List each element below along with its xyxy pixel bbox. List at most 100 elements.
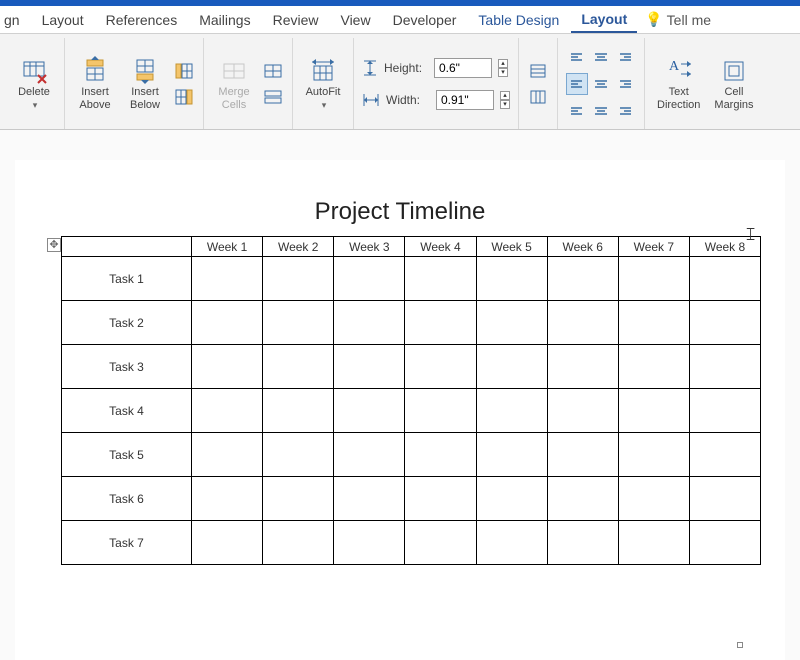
table-cell[interactable] [405, 301, 476, 345]
table-cell[interactable] [476, 433, 547, 477]
insert-below-button[interactable]: Insert Below [123, 54, 167, 112]
row-label[interactable]: Task 3 [62, 345, 192, 389]
tab-review[interactable]: Review [263, 8, 329, 32]
table-cell[interactable] [405, 257, 476, 301]
table-cell[interactable] [618, 301, 689, 345]
tab-layout[interactable]: Layout [32, 8, 94, 32]
table-move-handle[interactable]: ✥ [47, 238, 61, 252]
table-cell[interactable] [334, 521, 405, 565]
table-cell[interactable] [547, 433, 618, 477]
insert-right-button[interactable] [173, 86, 195, 108]
tab-view[interactable]: View [330, 8, 380, 32]
table-cell[interactable] [476, 345, 547, 389]
align-tc-button[interactable] [590, 49, 612, 71]
table-cell[interactable] [547, 521, 618, 565]
align-mr-button[interactable] [614, 73, 636, 95]
table-cell[interactable] [476, 389, 547, 433]
delete-button[interactable]: Delete [12, 54, 56, 112]
table-cell[interactable] [618, 433, 689, 477]
table-resize-handle[interactable] [737, 642, 743, 648]
table-cell[interactable] [547, 389, 618, 433]
align-mc-button[interactable] [590, 73, 612, 95]
split-table-button[interactable] [262, 86, 284, 108]
row-label[interactable]: Task 2 [62, 301, 192, 345]
row-label[interactable]: Task 4 [62, 389, 192, 433]
table-row[interactable]: Task 5 [62, 433, 761, 477]
text-direction-button[interactable]: A Text Direction [653, 54, 704, 112]
table-cell[interactable] [618, 389, 689, 433]
row-label[interactable]: Task 5 [62, 433, 192, 477]
row-label[interactable]: Task 7 [62, 521, 192, 565]
table-cell[interactable] [192, 477, 263, 521]
row-height-input[interactable] [434, 58, 492, 78]
table-cell[interactable] [689, 433, 760, 477]
table-cell[interactable] [263, 257, 334, 301]
document-title[interactable]: Project Timeline [35, 198, 765, 226]
align-tr-button[interactable] [614, 49, 636, 71]
table-row[interactable]: Task 4 [62, 389, 761, 433]
table-cell[interactable] [192, 389, 263, 433]
tab-mailings[interactable]: Mailings [189, 8, 260, 32]
tell-me[interactable]: 💡Tell me [645, 11, 711, 28]
table-cell[interactable] [689, 521, 760, 565]
table-header[interactable]: Week 2 [263, 237, 334, 257]
table-cell[interactable] [334, 433, 405, 477]
table-cell[interactable] [689, 257, 760, 301]
table-cell[interactable] [192, 257, 263, 301]
table-cell[interactable] [334, 389, 405, 433]
table-cell[interactable] [405, 477, 476, 521]
table-cell[interactable] [192, 301, 263, 345]
distribute-cols-button[interactable] [527, 86, 549, 108]
table-cell[interactable] [405, 389, 476, 433]
table-header[interactable]: Week 7 [618, 237, 689, 257]
table-cell[interactable] [263, 301, 334, 345]
table-cell[interactable] [618, 345, 689, 389]
table-header[interactable]: Week 1 [192, 237, 263, 257]
table-cell[interactable] [192, 433, 263, 477]
table-header[interactable]: Week 4 [405, 237, 476, 257]
table-cell[interactable] [192, 345, 263, 389]
table-header[interactable]: Week 3 [334, 237, 405, 257]
row-label[interactable]: Task 1 [62, 257, 192, 301]
table-cell[interactable] [476, 301, 547, 345]
table-cell[interactable] [263, 345, 334, 389]
distribute-rows-button[interactable] [527, 60, 549, 82]
table-cell[interactable] [618, 257, 689, 301]
tab-table-design[interactable]: Table Design [468, 8, 569, 32]
width-up[interactable]: ▴ [500, 91, 510, 100]
insert-left-button[interactable] [173, 60, 195, 82]
table-row[interactable]: Task 2 [62, 301, 761, 345]
align-bc-button[interactable] [590, 97, 612, 119]
timeline-table[interactable]: Week 1Week 2Week 3Week 4Week 5Week 6Week… [61, 236, 761, 565]
table-cell[interactable] [334, 345, 405, 389]
table-row[interactable]: Task 1 [62, 257, 761, 301]
table-header-empty[interactable] [62, 237, 192, 257]
table-cell[interactable] [476, 477, 547, 521]
table-cell[interactable] [263, 389, 334, 433]
table-cell[interactable] [547, 477, 618, 521]
table-cell[interactable] [547, 257, 618, 301]
table-cell[interactable] [192, 521, 263, 565]
table-cell[interactable] [263, 477, 334, 521]
table-cell[interactable] [334, 257, 405, 301]
tab-layout[interactable]: Layout [571, 7, 637, 33]
tab-references[interactable]: References [96, 8, 188, 32]
height-down[interactable]: ▾ [498, 68, 508, 77]
autofit-button[interactable]: AutoFit [301, 54, 345, 112]
table-row[interactable]: Task 7 [62, 521, 761, 565]
table-cell[interactable] [476, 257, 547, 301]
table-cell[interactable] [547, 301, 618, 345]
col-width-input[interactable] [436, 90, 494, 110]
width-down[interactable]: ▾ [500, 100, 510, 109]
table-cell[interactable] [263, 521, 334, 565]
align-bl-button[interactable] [566, 97, 588, 119]
table-cell[interactable] [618, 477, 689, 521]
table-cell[interactable] [618, 521, 689, 565]
align-tl-button[interactable] [566, 49, 588, 71]
table-cell[interactable] [405, 521, 476, 565]
table-cell[interactable] [547, 345, 618, 389]
table-row[interactable]: Task 6 [62, 477, 761, 521]
cell-margins-button[interactable]: Cell Margins [710, 54, 757, 112]
row-label[interactable]: Task 6 [62, 477, 192, 521]
table-cell[interactable] [334, 301, 405, 345]
